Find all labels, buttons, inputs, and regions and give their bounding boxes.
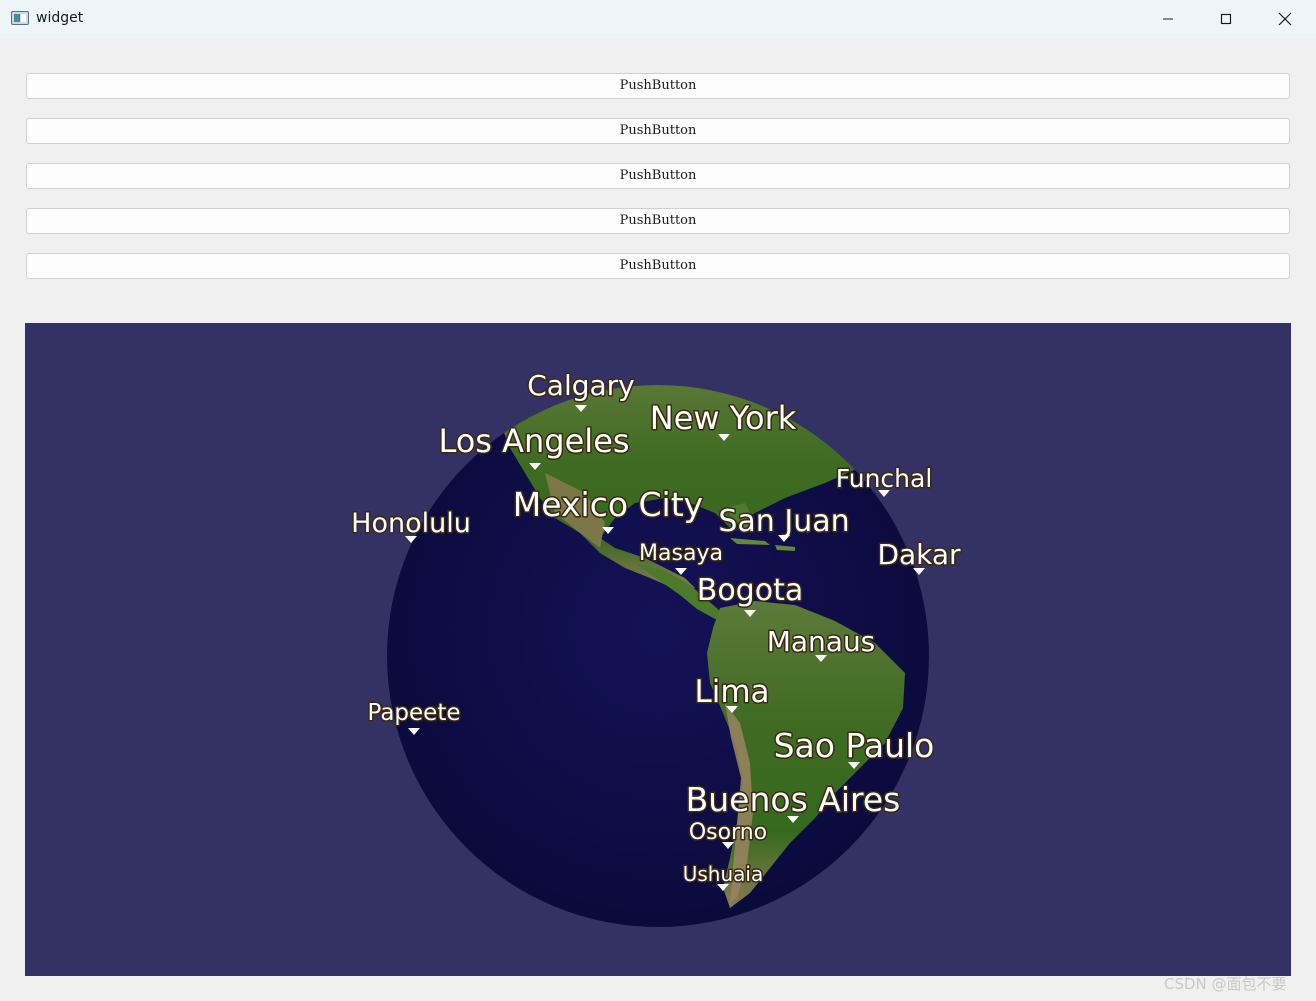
push-button-5[interactable]: PushButton <box>26 253 1290 279</box>
city-label-los-angeles: Los Angeles <box>438 422 629 460</box>
city-label-honolulu: Honolulu <box>351 508 471 539</box>
city-marker-funchal[interactable] <box>878 490 890 497</box>
city-label-osorno: Osorno <box>689 820 767 845</box>
city-manaus[interactable]: Manaus <box>765 624 877 662</box>
city-san-juan[interactable]: San Juan <box>717 503 851 542</box>
city-label-sao-paulo: Sao Paulo <box>774 726 935 765</box>
push-button-1[interactable]: PushButton <box>26 73 1290 99</box>
city-lima[interactable]: Lima <box>693 673 771 713</box>
maximize-icon <box>1220 13 1232 25</box>
city-label-mexico-city: Mexico City <box>513 485 703 524</box>
city-funchal[interactable]: Funchal <box>834 463 934 497</box>
push-button-3[interactable]: PushButton <box>26 163 1290 189</box>
minimize-icon <box>1163 18 1173 20</box>
city-new-york[interactable]: New York <box>648 398 798 441</box>
city-osorno[interactable]: Osorno <box>687 819 769 849</box>
city-sao-paulo[interactable]: Sao Paulo <box>772 725 936 769</box>
close-icon <box>1278 12 1292 26</box>
app-window-icon <box>11 11 29 25</box>
city-label-ushuaia: Ushuaia <box>683 862 763 886</box>
app-window: widget PushButton PushButton PushButton … <box>0 0 1316 1001</box>
city-dakar[interactable]: Dakar <box>876 537 963 575</box>
city-label-new-york: New York <box>650 399 797 437</box>
maximize-button[interactable] <box>1197 0 1255 38</box>
window-title: widget <box>36 10 84 26</box>
globe-svg[interactable]: Calgary New York Los Angeles Funchal Honolul… <box>25 323 1291 976</box>
minimize-button[interactable] <box>1139 0 1197 38</box>
city-buenos-aires[interactable]: Buenos Aires <box>684 779 902 823</box>
globe-map-view[interactable]: Calgary New York Los Angeles Funchal Honolul… <box>25 323 1291 976</box>
city-label-bogota: Bogota <box>697 573 803 608</box>
push-button-4[interactable]: PushButton <box>26 208 1290 234</box>
city-label-masaya: Masaya <box>639 541 723 566</box>
city-label-manaus: Manaus <box>767 625 876 658</box>
city-label-lima: Lima <box>694 674 769 710</box>
watermark-text: CSDN @面包不要 <box>1164 975 1287 993</box>
city-label-dakar: Dakar <box>877 538 961 571</box>
city-label-san-juan: San Juan <box>718 504 849 539</box>
title-bar[interactable]: widget <box>0 0 1316 38</box>
city-label-funchal: Funchal <box>836 464 933 493</box>
push-button-2[interactable]: PushButton <box>26 118 1290 144</box>
city-honolulu[interactable]: Honolulu <box>350 507 472 543</box>
city-label-papeete: Papeete <box>368 700 461 726</box>
city-label-buenos-aires: Buenos Aires <box>686 780 901 819</box>
city-label-calgary: Calgary <box>527 369 635 402</box>
close-button[interactable] <box>1256 0 1314 38</box>
